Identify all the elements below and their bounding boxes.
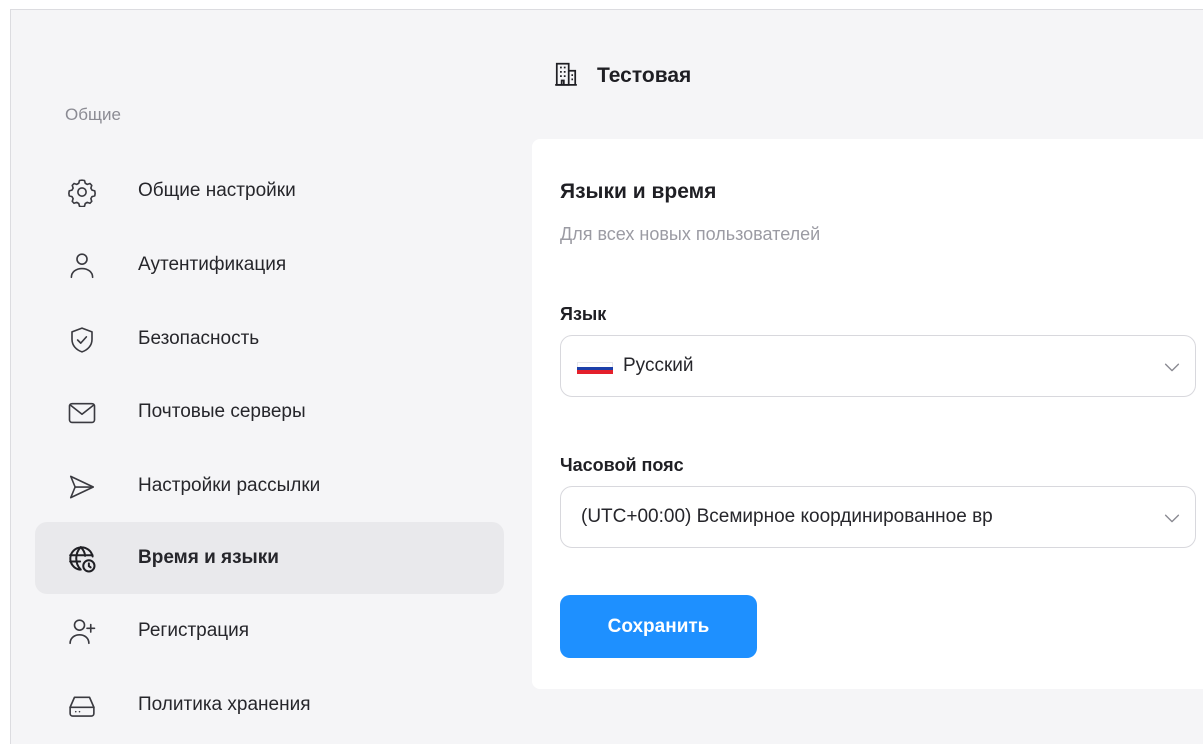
send-icon: [67, 472, 97, 502]
timezone-value: (UTC+00:00) Всемирное координированное в…: [581, 506, 993, 527]
chevron-down-icon: [1161, 507, 1183, 529]
sidebar-item-general-settings[interactable]: Общие настройки: [35, 155, 504, 227]
sidebar-item-security[interactable]: Безопасность: [35, 303, 504, 375]
card-subtitle: Для всех новых пользователей: [560, 224, 821, 244]
shield-icon: [67, 325, 97, 355]
user-icon: [67, 251, 97, 281]
sidebar-item-label: Политика хранения: [138, 694, 311, 715]
sidebar-section-label: Общие: [65, 105, 121, 124]
chevron-down-icon: [1161, 356, 1183, 378]
gear-icon: [67, 177, 97, 207]
sidebar-item-label: Общие настройки: [138, 180, 296, 201]
sidebar-item-registration[interactable]: Регистрация: [35, 595, 504, 667]
russian-flag-icon: [577, 362, 613, 375]
storage-icon: [67, 691, 97, 721]
sidebar-item-label: Аутентификация: [138, 254, 287, 275]
globe-clock-icon: [67, 544, 97, 574]
language-select[interactable]: Русский: [560, 335, 1196, 397]
sidebar-item-label: Настройки рассылки: [138, 475, 321, 496]
sidebar-item-time-and-languages[interactable]: Время и языки: [35, 522, 504, 594]
timezone-label: Часовой пояс: [560, 455, 684, 475]
sidebar-item-label: Почтовые серверы: [138, 401, 306, 422]
page-title: Тестовая: [597, 64, 692, 87]
user-add-icon: [67, 617, 97, 647]
card-title: Языки и время: [560, 180, 717, 203]
sidebar-item-mail-servers[interactable]: Почтовые серверы: [35, 376, 504, 448]
language-value: Русский: [623, 355, 694, 376]
timezone-select[interactable]: (UTC+00:00) Всемирное координированное в…: [560, 486, 1196, 548]
sidebar-item-label: Безопасность: [138, 328, 260, 349]
sidebar-item-storage-policy[interactable]: Политика хранения: [35, 669, 504, 741]
sidebar-item-label: Регистрация: [138, 620, 250, 641]
building-icon: [553, 61, 579, 92]
sidebar-item-mailing-settings[interactable]: Настройки рассылки: [35, 450, 504, 522]
sidebar-item-label: Время и языки: [138, 547, 279, 568]
mail-icon: [67, 398, 97, 428]
language-label: Язык: [560, 304, 607, 324]
org-header: Тестовая: [553, 60, 691, 92]
sidebar-item-authentication[interactable]: Аутентификация: [35, 229, 504, 301]
save-button[interactable]: Сохранить: [560, 595, 757, 658]
settings-window: Общие Общие настройки Аутентификация Без…: [10, 9, 1203, 744]
language-time-card: Языки и время Для всех новых пользовател…: [532, 139, 1203, 689]
